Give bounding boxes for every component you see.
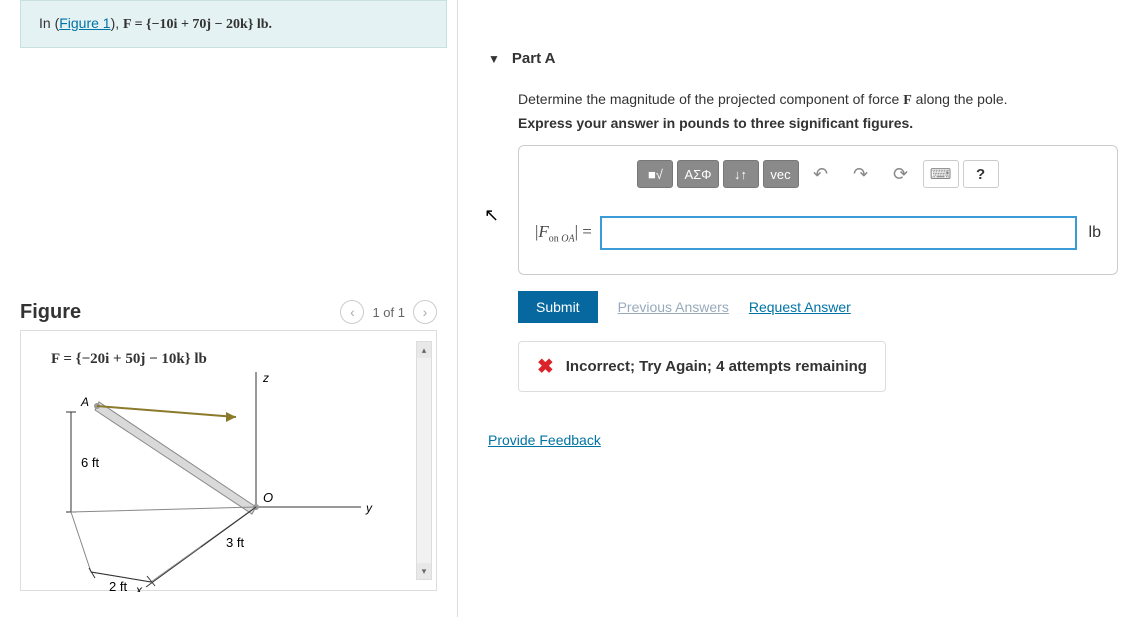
instruction-text: Determine the magnitude of the projected… (518, 91, 903, 107)
axis-y-label: y (365, 501, 373, 515)
reset-button[interactable]: ⟳ (883, 160, 919, 188)
left-panel: In (Figure 1), F = {−10i + 70j − 20k} lb… (0, 0, 458, 617)
greek-button[interactable]: ΑΣΦ (677, 160, 718, 188)
redo-button[interactable]: ↷ (843, 160, 879, 188)
instruction: Determine the magnitude of the projected… (518, 91, 1118, 109)
axis-z-label: z (262, 372, 269, 385)
vector-button[interactable]: vec (763, 160, 799, 188)
problem-equation: F = {−10i + 70j − 20k} lb. (123, 17, 272, 32)
figure-header: Figure ‹ 1 of 1 › (20, 300, 437, 331)
help-button[interactable]: ? (963, 160, 999, 188)
figure-body: F = {−20i + 50j − 10k} lb z y x O (20, 331, 437, 591)
origin-label: O (263, 490, 273, 505)
figure-link[interactable]: Figure 1 (59, 15, 110, 31)
scroll-up-icon[interactable]: ▴ (417, 342, 431, 358)
keyboard-button[interactable]: ⌨ (923, 160, 959, 188)
answer-unit: lb (1089, 224, 1101, 242)
answer-row: |Fon OA| = lb (535, 216, 1101, 250)
dim-3ft: 3 ft (226, 535, 244, 550)
figure-count: 1 of 1 (372, 305, 405, 320)
feedback-box: ✖ Incorrect; Try Again; 4 attempts remai… (518, 341, 886, 392)
templates-button[interactable]: ■√ (637, 160, 673, 188)
figure-diagram: z y x O A (51, 372, 381, 592)
figure-next-button[interactable]: › (413, 300, 437, 324)
dim-2ft: 2 ft (109, 579, 127, 592)
axis-x-label: x (135, 583, 143, 592)
part-body: Determine the magnitude of the projected… (488, 91, 1118, 448)
request-answer-link[interactable]: Request Answer (749, 299, 851, 315)
submit-row: Submit Previous Answers Request Answer (518, 291, 1118, 323)
feedback-text: Incorrect; Try Again; 4 attempts remaini… (566, 358, 867, 375)
subscript-button[interactable]: ↓↑ (723, 160, 759, 188)
problem-prefix: In ( (39, 15, 59, 31)
dim-6ft: 6 ft (81, 455, 99, 470)
answer-box: ■√ ΑΣΦ ↓↑ vec ↶ ↷ ⟳ ⌨ ? |Fon OA| = lb (518, 145, 1118, 275)
figure-title: Figure (20, 301, 81, 324)
instruction-bold: Express your answer in pounds to three s… (518, 115, 1118, 131)
answer-toolbar: ■√ ΑΣΦ ↓↑ vec ↶ ↷ ⟳ ⌨ ? (535, 160, 1101, 188)
provide-feedback-link[interactable]: Provide Feedback (488, 432, 601, 448)
submit-button[interactable]: Submit (518, 291, 598, 323)
figure-scrollbar[interactable]: ▴ ▾ (416, 341, 432, 580)
answer-label: |Fon OA| = (535, 222, 592, 244)
problem-statement: In (Figure 1), F = {−10i + 70j − 20k} lb… (20, 0, 447, 48)
figure-prev-button[interactable]: ‹ (340, 300, 364, 324)
figure-section: Figure ‹ 1 of 1 › F = {−20i + 50j − 10k}… (20, 300, 437, 591)
right-panel: ▼ Part A Determine the magnitude of the … (458, 0, 1148, 617)
undo-button[interactable]: ↶ (803, 160, 839, 188)
answer-input[interactable] (600, 216, 1077, 250)
point-a-label: A (80, 395, 89, 409)
scroll-down-icon[interactable]: ▾ (417, 563, 431, 579)
part-header[interactable]: ▼ Part A (488, 50, 1118, 67)
instruction-tail: along the pole. (912, 91, 1008, 107)
previous-answers-link[interactable]: Previous Answers (618, 299, 729, 315)
figure-nav: ‹ 1 of 1 › (340, 300, 437, 324)
instruction-f: F (903, 93, 912, 108)
problem-suffix: ), (111, 15, 123, 31)
collapse-icon[interactable]: ▼ (488, 52, 500, 66)
part-title: Part A (512, 50, 556, 67)
figure-caption: F = {−20i + 50j − 10k} lb (51, 351, 446, 368)
incorrect-icon: ✖ (537, 354, 554, 379)
